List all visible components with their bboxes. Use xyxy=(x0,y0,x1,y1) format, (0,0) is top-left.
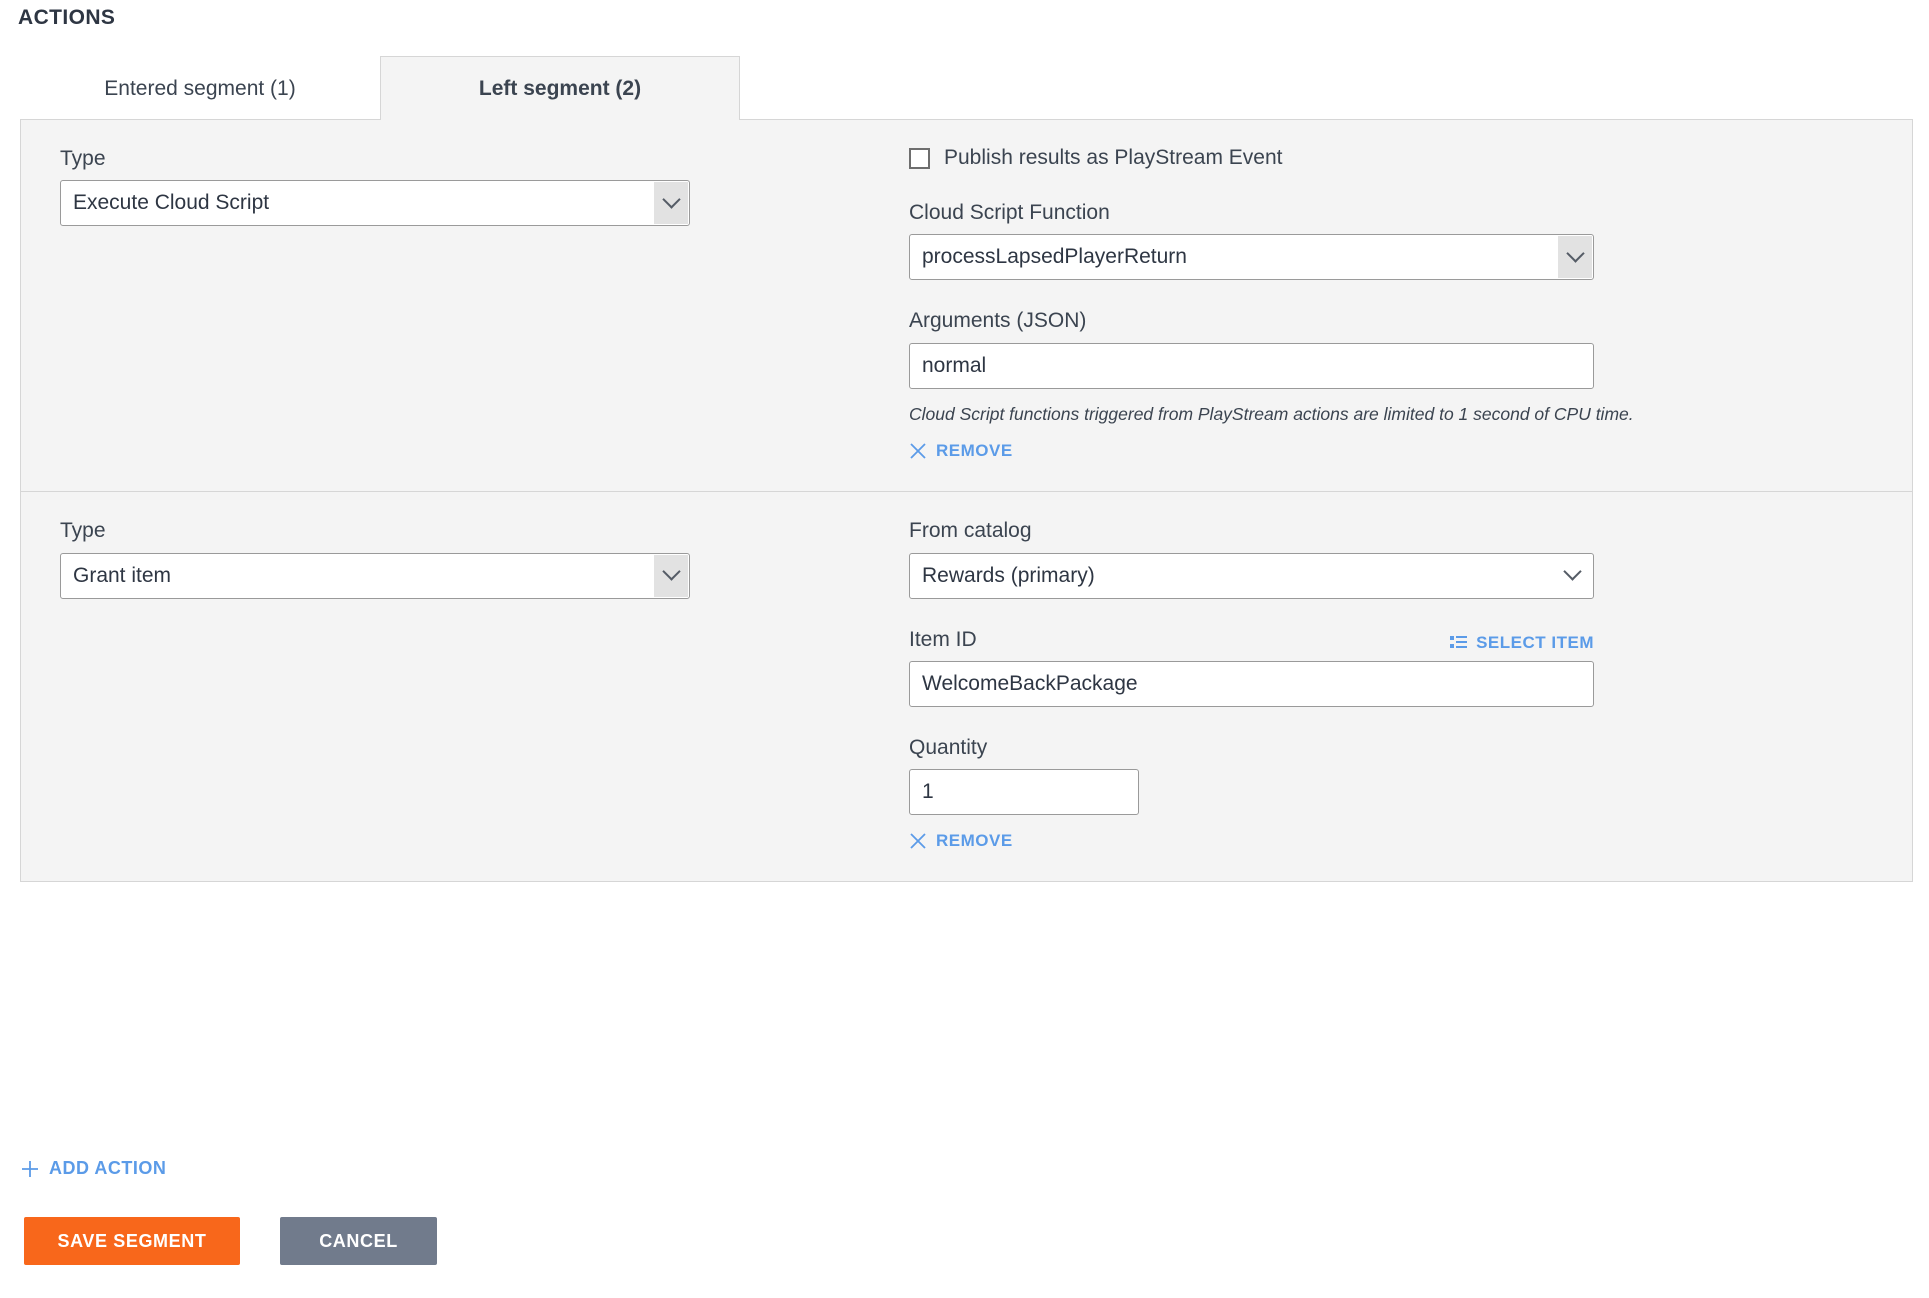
list-icon xyxy=(1450,635,1468,650)
action-2-left-column: Type Grant item xyxy=(41,518,891,855)
add-action-button[interactable]: ADD ACTION xyxy=(20,1158,166,1179)
from-catalog-label: From catalog xyxy=(909,519,1032,543)
publish-playstream-checkbox-row[interactable]: Publish results as PlayStream Event xyxy=(909,146,1892,170)
tab-left-segment[interactable]: Left segment (2) xyxy=(380,56,740,120)
arguments-json-input[interactable]: normal xyxy=(909,342,1594,389)
select-item-label: SELECT ITEM xyxy=(1476,632,1594,652)
quantity-value: 1 xyxy=(922,780,934,803)
tabstrip: Entered segment (1) Left segment (2) xyxy=(20,55,1913,120)
chevron-down-icon xyxy=(1558,236,1592,279)
action-1-type-value: Execute Cloud Script xyxy=(73,191,270,215)
tab-left-segment-label: Left segment (2) xyxy=(478,76,642,100)
arguments-json-label: Arguments (JSON) xyxy=(909,309,1087,333)
quantity-input[interactable]: 1 xyxy=(909,769,1139,815)
remove-action-1-label: REMOVE xyxy=(936,441,1013,461)
action-2-type-select[interactable]: Grant item xyxy=(60,552,690,599)
from-catalog-select[interactable]: Rewards (primary) xyxy=(909,552,1594,599)
chevron-down-icon xyxy=(654,554,688,597)
page-title: ACTIONS xyxy=(18,6,116,29)
action-2-right-column: From catalog Rewards (primary) Item ID S… xyxy=(891,518,1892,855)
item-id-input[interactable]: WelcomeBackPackage xyxy=(909,660,1594,707)
cloud-script-function-label: Cloud Script Function xyxy=(909,201,1110,224)
action-block-cloud-script: Type Execute Cloud Script Publish result… xyxy=(21,120,1912,491)
remove-action-2-label: REMOVE xyxy=(936,831,1013,850)
close-icon xyxy=(909,442,927,460)
cloud-script-cpu-note: Cloud Script functions triggered from Pl… xyxy=(909,403,1634,424)
close-icon xyxy=(909,832,927,850)
remove-action-1-button[interactable]: REMOVE xyxy=(909,441,1013,461)
cloud-script-function-select[interactable]: processLapsedPlayerReturn xyxy=(909,234,1594,281)
footer-actions: SAVE SEGMENT CANCEL xyxy=(24,1217,437,1265)
select-item-button[interactable]: SELECT ITEM xyxy=(1450,633,1594,653)
publish-playstream-label: Publish results as PlayStream Event xyxy=(944,146,1283,169)
add-action-label: ADD ACTION xyxy=(49,1158,167,1178)
chevron-down-icon xyxy=(654,182,688,225)
actions-panel: Type Execute Cloud Script Publish result… xyxy=(20,119,1913,882)
arguments-json-value: normal xyxy=(922,353,987,377)
cancel-button[interactable]: CANCEL xyxy=(280,1217,437,1265)
action-2-type-label: Type xyxy=(60,519,106,543)
item-id-label: Item ID xyxy=(909,627,977,651)
chevron-down-icon xyxy=(1555,554,1589,598)
plus-icon xyxy=(20,1159,40,1179)
remove-action-2-button[interactable]: REMOVE xyxy=(909,831,1013,851)
item-id-value: WelcomeBackPackage xyxy=(922,671,1138,695)
action-1-type-label: Type xyxy=(60,147,106,170)
tab-entered-segment-label: Entered segment (1) xyxy=(104,76,296,100)
tab-entered-segment[interactable]: Entered segment (1) xyxy=(20,56,380,120)
quantity-label: Quantity xyxy=(909,735,988,759)
action-block-grant-item: Type Grant item From catalog Rewards (pr… xyxy=(21,491,1912,881)
publish-playstream-checkbox[interactable] xyxy=(909,147,930,169)
cloud-script-function-value: processLapsedPlayerReturn xyxy=(922,245,1187,269)
action-2-type-value: Grant item xyxy=(73,563,172,587)
from-catalog-value: Rewards (primary) xyxy=(922,563,1095,587)
action-1-right-column: Publish results as PlayStream Event Clou… xyxy=(891,146,1892,465)
save-segment-button[interactable]: SAVE SEGMENT xyxy=(24,1217,240,1265)
action-1-type-select[interactable]: Execute Cloud Script xyxy=(60,180,690,227)
action-1-left-column: Type Execute Cloud Script xyxy=(41,146,891,465)
item-id-header-row: Item ID SELECT ITEM xyxy=(909,627,1594,653)
